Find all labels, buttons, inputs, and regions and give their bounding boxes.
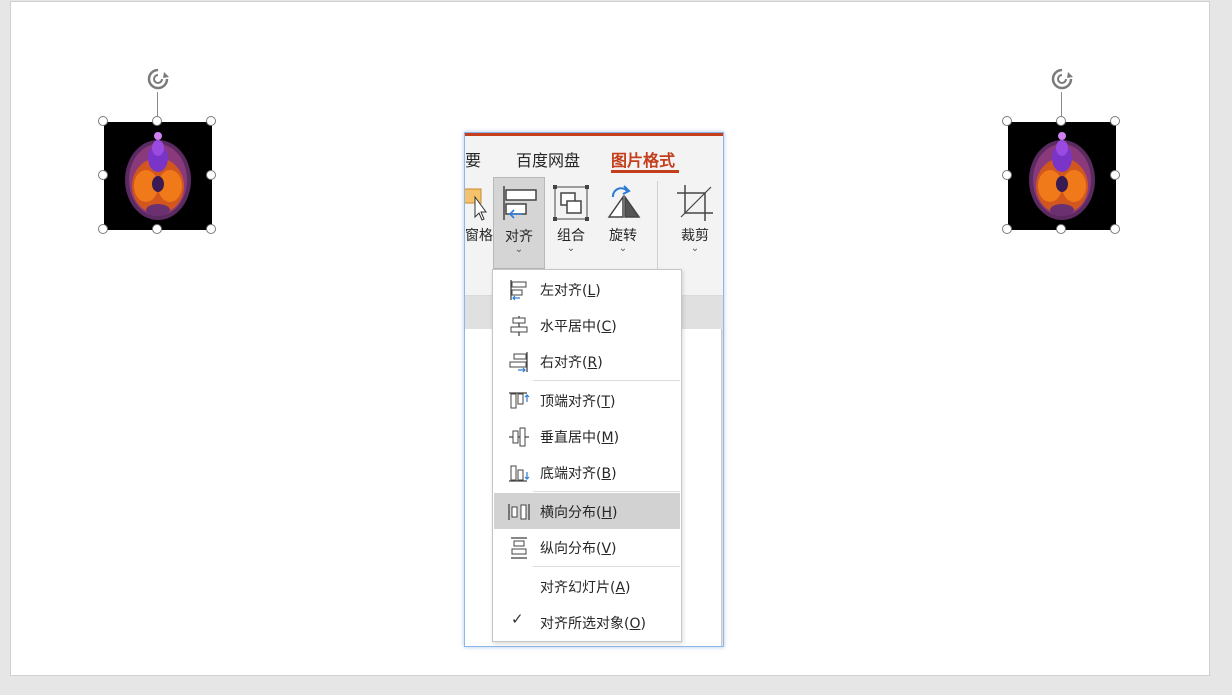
menu-label-align-selected-objects: 对齐所选对象(O) xyxy=(540,616,646,632)
tab-baidu-netdisk[interactable]: 百度网盘 xyxy=(516,147,580,171)
align-left-icon xyxy=(508,279,530,301)
tab-picture-format[interactable]: 图片格式 xyxy=(611,147,675,171)
align-icon xyxy=(500,184,540,224)
menu-label-distribute-vertically: 纵向分布(V) xyxy=(540,541,617,557)
crop-chevron-icon: ⌄ xyxy=(690,243,700,254)
resize-handle-w[interactable] xyxy=(1002,170,1012,180)
menu-label-distribute-horizontally: 横向分布(H) xyxy=(540,505,618,521)
resize-handle-s[interactable] xyxy=(152,224,162,234)
rotate-button[interactable]: 旋转 ⌄ xyxy=(597,177,649,269)
align-bottom-icon xyxy=(508,462,530,484)
align-right-icon xyxy=(508,351,530,373)
menu-separator xyxy=(533,380,680,381)
menu-label-align-middle: 垂直居中(M) xyxy=(540,430,620,446)
menu-item-align-top[interactable]: 顶端对齐(T) xyxy=(494,382,680,418)
resize-handle-se[interactable] xyxy=(206,224,216,234)
menu-label-align-left: 左对齐(L) xyxy=(540,283,601,299)
menu-item-align-middle[interactable]: 垂直居中(M) xyxy=(494,418,680,454)
menu-item-distribute-horizontally[interactable]: 横向分布(H) xyxy=(494,493,680,529)
tab-review[interactable]: 提要 xyxy=(465,147,481,171)
rotate-icon xyxy=(603,183,643,223)
crop-icon xyxy=(675,183,715,223)
resize-handle-nw[interactable] xyxy=(98,116,108,126)
selected-picture-right[interactable] xyxy=(1002,68,1120,234)
group-button[interactable]: 组合 ⌄ xyxy=(545,177,597,269)
distribute-vertically-icon xyxy=(508,537,530,559)
brain-scan-image xyxy=(104,122,212,230)
align-label: 对齐 xyxy=(505,229,533,245)
distribute-horizontally-icon xyxy=(508,501,530,523)
menu-item-align-left[interactable]: 左对齐(L) xyxy=(494,271,680,307)
align-dropdown-menu: 左对齐(L) 水平居中(C) 右对齐(R) 顶端对齐(T) 垂直居中(M) 底端… xyxy=(492,269,682,642)
resize-handle-nw[interactable] xyxy=(1002,116,1012,126)
resize-handle-sw[interactable] xyxy=(98,224,108,234)
resize-handle-sw[interactable] xyxy=(1002,224,1012,234)
resize-handle-s[interactable] xyxy=(1056,224,1066,234)
rotate-handle-icon[interactable] xyxy=(145,66,171,92)
group-chevron-icon: ⌄ xyxy=(566,243,576,254)
resize-handle-ne[interactable] xyxy=(1110,116,1120,126)
resize-handle-se[interactable] xyxy=(1110,224,1120,234)
selected-picture-left[interactable] xyxy=(98,68,216,234)
align-chevron-icon: ⌄ xyxy=(514,244,524,255)
selection-pane-icon xyxy=(465,183,487,223)
menu-label-align-to-slide: 对齐幻灯片(A) xyxy=(540,580,631,596)
menu-item-align-selected-objects[interactable]: ✓ 对齐所选对象(O) xyxy=(494,604,680,640)
resize-handle-e[interactable] xyxy=(206,170,216,180)
align-middle-icon xyxy=(508,426,530,448)
active-tab-underline xyxy=(611,170,679,173)
resize-handle-n[interactable] xyxy=(152,116,162,126)
resize-handle-e[interactable] xyxy=(1110,170,1120,180)
crop-label: 裁剪 xyxy=(681,228,709,244)
menu-item-align-center[interactable]: 水平居中(C) xyxy=(494,307,680,343)
ribbon-accent-line xyxy=(465,133,723,136)
rotate-label: 旋转 xyxy=(609,228,637,244)
group-label: 组合 xyxy=(557,228,585,244)
menu-label-align-bottom: 底端对齐(B) xyxy=(540,466,617,482)
align-button[interactable]: 对齐 ⌄ xyxy=(493,177,545,269)
crop-button[interactable]: 裁剪 ⌄ xyxy=(669,177,721,269)
selection-pane-button[interactable]: 窗格 xyxy=(465,177,493,269)
group-icon xyxy=(551,183,591,223)
align-top-icon xyxy=(508,390,530,412)
menu-item-align-bottom[interactable]: 底端对齐(B) xyxy=(494,454,680,490)
menu-separator xyxy=(533,491,680,492)
resize-handle-n[interactable] xyxy=(1056,116,1066,126)
rotate-chevron-icon: ⌄ xyxy=(618,243,628,254)
menu-separator xyxy=(533,566,680,567)
resize-handle-w[interactable] xyxy=(98,170,108,180)
menu-label-align-top: 顶端对齐(T) xyxy=(540,394,616,410)
checkmark-icon: ✓ xyxy=(511,610,524,628)
rotate-handle-icon[interactable] xyxy=(1049,66,1075,92)
brain-scan-image xyxy=(1008,122,1116,230)
menu-label-align-right: 右对齐(R) xyxy=(540,355,603,371)
menu-item-distribute-vertically[interactable]: 纵向分布(V) xyxy=(494,529,680,565)
resize-handle-ne[interactable] xyxy=(206,116,216,126)
menu-item-align-to-slide[interactable]: 对齐幻灯片(A) xyxy=(494,568,680,604)
ribbon-group-separator xyxy=(657,181,658,269)
menu-label-align-center: 水平居中(C) xyxy=(540,319,617,335)
align-center-icon xyxy=(508,315,530,337)
menu-item-align-right[interactable]: 右对齐(R) xyxy=(494,343,680,379)
